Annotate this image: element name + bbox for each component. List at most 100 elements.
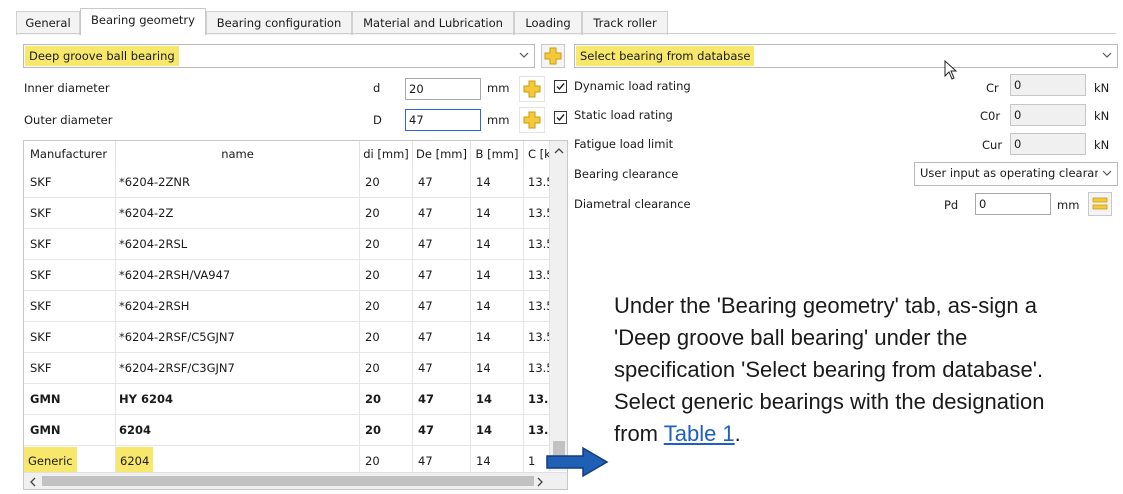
table-cell-name: *6204-2RSF/C3GJN7	[116, 353, 360, 384]
scroll-right-icon[interactable]	[536, 477, 544, 487]
static-load-symbol: C0r	[980, 109, 1001, 123]
bearing-type-select[interactable]: Deep groove ball bearing	[23, 44, 535, 68]
table-cell-name: 6204	[116, 415, 360, 446]
outer-diameter-input[interactable]: 47	[405, 109, 481, 131]
dynamic-load-unit: kN	[1094, 81, 1110, 95]
add-bearing-type-button[interactable]	[541, 44, 565, 68]
scroll-left-icon[interactable]	[29, 477, 37, 487]
table-row[interactable]: GMN6204204714 13.9	[24, 415, 552, 446]
table-cell-di: 20	[360, 260, 413, 291]
bearing-database-table: Manufacturer name di [mm] De [mm] B [mm]…	[23, 140, 568, 490]
table-row[interactable]: SKF *6204-2Z 20 47 14 13.5	[24, 198, 552, 229]
chevron-down-icon	[519, 52, 529, 58]
scroll-up-icon[interactable]	[554, 147, 564, 155]
column-header-b[interactable]: B [mm]	[471, 141, 524, 167]
table-cell-de: 47	[413, 229, 471, 260]
fatigue-load-input[interactable]: 0	[1010, 133, 1086, 155]
table-cell-b: 14	[471, 415, 524, 446]
fatigue-load-label: Fatigue load limit	[574, 137, 674, 151]
table-cell-c: 13.5	[528, 175, 552, 189]
plus-icon	[544, 47, 562, 65]
static-load-label: Static load rating	[574, 108, 673, 122]
dynamic-load-label: Dynamic load rating	[574, 79, 691, 93]
inner-diameter-plus-button[interactable]	[519, 76, 545, 102]
table-cell-di: 20	[360, 415, 413, 446]
tab-track-roller[interactable]: Track roller	[582, 11, 668, 35]
table-cell-b: 14	[471, 198, 524, 229]
dynamic-load-checkbox[interactable]	[554, 80, 567, 93]
column-header-name[interactable]: name	[116, 141, 360, 167]
static-load-unit: kN	[1094, 109, 1110, 123]
column-header-de[interactable]: De [mm]	[413, 141, 471, 167]
table-cell-manufacturer: SKF	[24, 229, 116, 260]
table-cell-di: 20	[360, 353, 413, 384]
inner-diameter-input[interactable]: 20	[405, 78, 481, 100]
table-cell-b: 14	[471, 384, 524, 415]
table-row[interactable]: GMNHY 6204204714 13.9	[24, 384, 552, 415]
table-cell-manufacturer: GMN	[24, 415, 116, 446]
tab-loading[interactable]: Loading	[514, 11, 582, 35]
list-icon	[1092, 197, 1108, 210]
diametral-clearance-input[interactable]: 0	[975, 193, 1051, 215]
table-cell-b: 14	[471, 291, 524, 322]
table-cell-manufacturer: SKF	[24, 260, 116, 291]
selection-mode-select[interactable]: Select bearing from database	[574, 44, 1118, 68]
table-cell-de: 47	[413, 415, 471, 446]
pointer-arrow-icon	[546, 446, 609, 478]
static-load-checkbox[interactable]	[554, 111, 567, 124]
table-cell-c: 13.5	[528, 237, 552, 251]
table-cell-name: HY 6204	[116, 384, 360, 415]
inner-diameter-label: Inner diameter	[24, 81, 110, 95]
table-cell-manufacturer: SKF	[24, 322, 116, 353]
tab-bar: General Bearing geometry Bearing configu…	[16, 8, 1116, 35]
column-header-di[interactable]: di [mm]	[360, 141, 413, 167]
table-cell-di: 20	[360, 322, 413, 353]
column-header-manufacturer[interactable]: Manufacturer	[24, 141, 116, 167]
table-row[interactable]: SKF *6204-2RSH 20 47 14 13.5	[24, 291, 552, 322]
dynamic-load-input[interactable]: 0	[1010, 74, 1086, 96]
table-1-link[interactable]: Table 1	[664, 421, 735, 446]
outer-diameter-plus-button[interactable]	[519, 107, 545, 133]
tab-general[interactable]: General	[16, 11, 80, 35]
table-cell-de: 47	[413, 322, 471, 353]
table-row[interactable]: SKF *6204-2RSF/C5GJN7 20 47 14 13.5	[24, 322, 552, 353]
bearing-type-value: Deep groove ball bearing	[25, 46, 179, 66]
tab-bearing-configuration[interactable]: Bearing configuration	[206, 11, 352, 35]
table-row[interactable]: SKF *6204-2RSF/C3GJN7 20 47 14 13.5	[24, 353, 552, 384]
table-cell-b: 14	[471, 167, 524, 198]
highlighted-manufacturer: Generic	[24, 447, 77, 475]
dynamic-load-symbol: Cr	[986, 81, 999, 95]
table-cell-b: 14	[471, 353, 524, 384]
table-cell-di: 20	[360, 291, 413, 322]
table-cell-name: *6204-2RSH/VA947	[116, 260, 360, 291]
table-cell-de: 47	[413, 260, 471, 291]
table-row[interactable]: SKF *6204-2RSL 20 47 14 13.5	[24, 229, 552, 260]
table-cell-name: *6204-2RSH	[116, 291, 360, 322]
table-cell-c: 13.5	[528, 361, 552, 375]
vertical-scrollbar[interactable]	[549, 141, 567, 471]
plus-icon	[523, 80, 541, 98]
table-cell-manufacturer: SKF	[24, 353, 116, 384]
table-cell-c: 13.5	[528, 299, 552, 313]
table-cell-b: 14	[471, 260, 524, 291]
tab-material-lubrication[interactable]: Material and Lubrication	[352, 11, 514, 35]
table-cell-di: 20	[360, 229, 413, 260]
clearance-options-button[interactable]	[1088, 192, 1112, 216]
table-cell-c: 13.5	[528, 330, 552, 344]
diametral-clearance-label: Diametral clearance	[574, 197, 691, 211]
tab-bearing-geometry[interactable]: Bearing geometry	[80, 8, 206, 35]
table-cell-de: 47	[413, 384, 471, 415]
bearing-clearance-select[interactable]: User input as operating clearance	[914, 162, 1118, 186]
table-row[interactable]: SKF *6204-2RSH/VA947 20 47 14 13.5	[24, 260, 552, 291]
chevron-down-icon	[1102, 52, 1112, 58]
table-row[interactable]: SKF *6204-2ZNR 20 47 14 13.5	[24, 167, 552, 198]
table-cell-b: 14	[471, 322, 524, 353]
horizontal-scrollbar[interactable]	[24, 472, 567, 489]
instruction-end: .	[734, 421, 741, 446]
table-cell-name: *6204-2RSF/C5GJN7	[116, 322, 360, 353]
static-load-input[interactable]: 0	[1010, 104, 1086, 126]
horizontal-scroll-thumb[interactable]	[42, 476, 534, 486]
instruction-note: Under the 'Bearing geometry' tab, as-sig…	[614, 290, 1094, 450]
table-cell-manufacturer: GMN	[24, 384, 116, 415]
column-header-c[interactable]: C [kN]	[524, 141, 552, 167]
